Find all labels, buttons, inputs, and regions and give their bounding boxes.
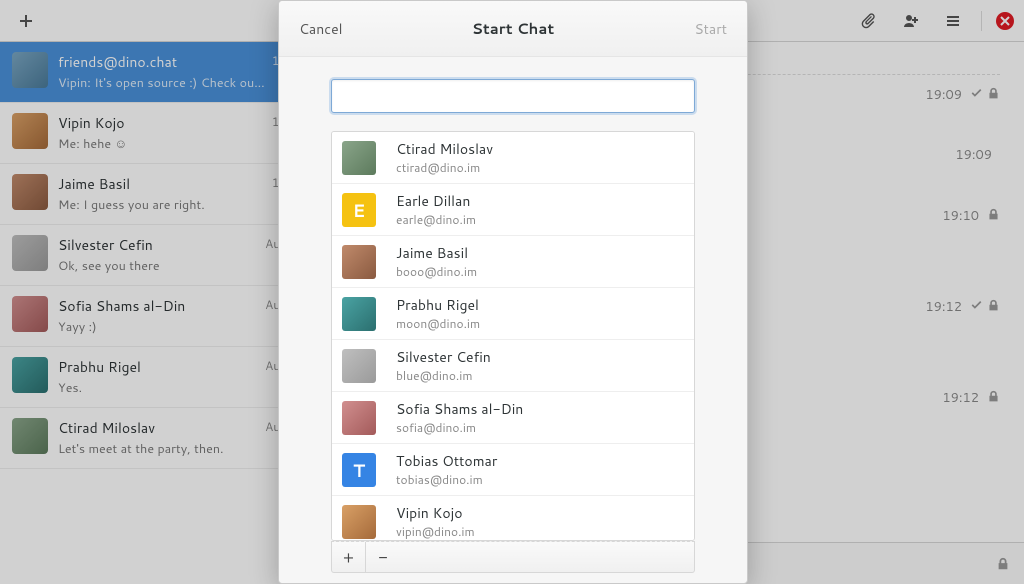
contact-name: Prabhu Rigel [396, 295, 480, 315]
contact-item[interactable]: E Earle Dillan earle@dino.im [332, 184, 694, 236]
avatar [342, 297, 376, 331]
contact-name: Tobias Ottomar [396, 451, 497, 471]
avatar: T [342, 453, 376, 487]
contact-name: Vipin Kojo [396, 503, 475, 523]
contact-list-actions: + − [331, 541, 695, 573]
avatar [342, 505, 376, 539]
contact-name: Earle Dillan [396, 191, 476, 211]
contact-item[interactable]: Silvester Cefin blue@dino.im [332, 340, 694, 392]
plus-icon: + [343, 546, 354, 569]
contact-jid: booo@dino.im [396, 263, 477, 280]
contact-jid: vipin@dino.im [396, 523, 475, 540]
contact-item[interactable]: T Tobias Ottomar tobias@dino.im [332, 444, 694, 496]
contact-name: Sofia Shams al-Din [396, 399, 523, 419]
contact-name: Jaime Basil [396, 243, 477, 263]
start-chat-dialog: Cancel Start Chat Start Ctirad Miloslav … [278, 0, 748, 584]
contact-jid: moon@dino.im [396, 315, 480, 332]
avatar [342, 349, 376, 383]
cancel-button[interactable]: Cancel [299, 19, 369, 39]
add-contact-button[interactable]: + [332, 542, 366, 572]
contact-name: Silvester Cefin [396, 347, 491, 367]
contact-jid: tobias@dino.im [396, 471, 497, 488]
remove-contact-button[interactable]: − [366, 542, 400, 572]
minus-icon: − [378, 546, 387, 569]
avatar [342, 245, 376, 279]
contact-jid: sofia@dino.im [396, 419, 523, 436]
avatar [342, 141, 376, 175]
avatar [342, 401, 376, 435]
dialog-header: Cancel Start Chat Start [279, 1, 747, 57]
avatar: E [342, 193, 376, 227]
contact-list[interactable]: Ctirad Miloslav ctirad@dino.im E Earle D… [331, 131, 695, 541]
contact-jid: blue@dino.im [396, 367, 491, 384]
dialog-title: Start Chat [369, 18, 657, 39]
contact-item[interactable]: Jaime Basil booo@dino.im [332, 236, 694, 288]
contact-item[interactable]: Vipin Kojo vipin@dino.im [332, 496, 694, 541]
contact-item[interactable]: Sofia Shams al-Din sofia@dino.im [332, 392, 694, 444]
contact-jid: ctirad@dino.im [396, 159, 493, 176]
contact-jid: earle@dino.im [396, 211, 476, 228]
contact-item[interactable]: Prabhu Rigel moon@dino.im [332, 288, 694, 340]
contact-search-input[interactable] [331, 79, 695, 113]
contact-item[interactable]: Ctirad Miloslav ctirad@dino.im [332, 132, 694, 184]
dialog-body: Ctirad Miloslav ctirad@dino.im E Earle D… [279, 57, 747, 583]
contact-name: Ctirad Miloslav [396, 139, 493, 159]
start-button[interactable]: Start [657, 19, 727, 39]
